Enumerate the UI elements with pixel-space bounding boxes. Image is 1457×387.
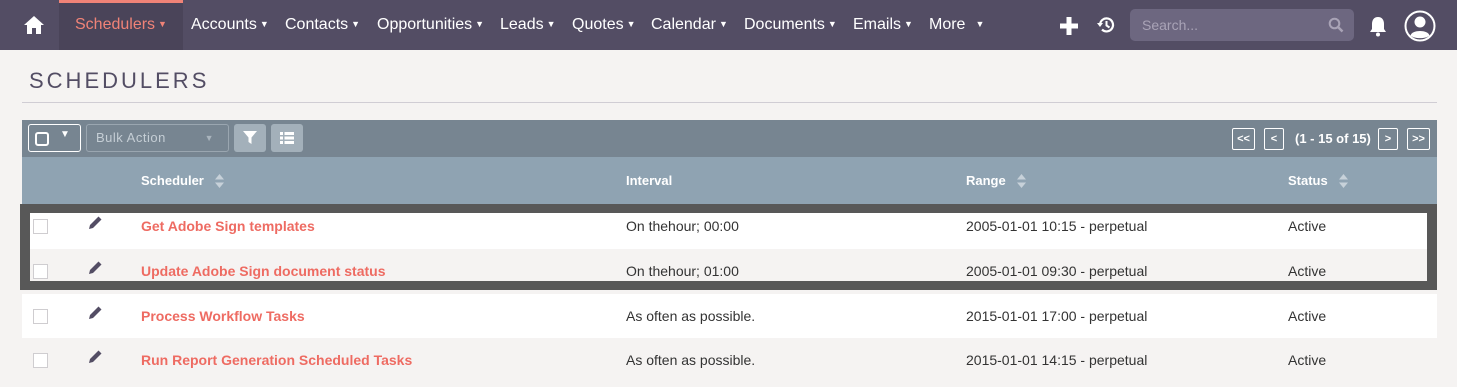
next-page-button[interactable]: >	[1378, 128, 1398, 150]
column-header-status[interactable]: Status	[1288, 157, 1349, 204]
plus-icon[interactable]	[1059, 16, 1079, 36]
chevron-down-icon: ▼	[718, 19, 728, 29]
range-cell: 2015-01-01 17:00 - perpetual	[966, 308, 1148, 324]
search-icon[interactable]	[1328, 17, 1344, 33]
interval-cell: As often as possible.	[626, 308, 756, 324]
nav-emails[interactable]: Emails ▼	[853, 0, 913, 50]
chevron-down-icon: ▼	[904, 19, 913, 29]
interval-cell: As often as possible.	[626, 352, 756, 368]
pencil-icon[interactable]	[87, 305, 103, 321]
top-navbar: Schedulers ▼ Accounts ▼ Contacts ▼ Opportun…	[0, 0, 1457, 50]
bulk-action-label: Bulk Action	[96, 130, 166, 145]
nav-documents[interactable]: Documents ▼	[744, 0, 837, 50]
pencil-icon[interactable]	[87, 349, 103, 365]
highlight-frame	[20, 204, 1437, 290]
global-search	[1130, 9, 1354, 41]
first-page-button[interactable]: <<	[1232, 128, 1255, 150]
column-header-range[interactable]: Range	[966, 157, 1027, 204]
bulk-action-dropdown[interactable]: Bulk Action ▼	[86, 124, 229, 152]
nav-schedulers[interactable]: Schedulers ▼	[59, 0, 183, 50]
title-divider	[22, 102, 1437, 103]
row-checkbox[interactable]	[33, 353, 48, 368]
history-icon[interactable]	[1096, 15, 1116, 35]
chevron-down-icon: ▼	[626, 19, 636, 29]
sort-icon	[1017, 173, 1027, 188]
filter-button[interactable]	[234, 124, 266, 152]
list-toolbar: ▼ Bulk Action ▼ << < (1 - 15 of 15) > >>	[22, 120, 1437, 157]
chevron-down-icon: ▼	[158, 19, 167, 29]
column-header-interval: Interval	[626, 173, 673, 188]
column-header-scheduler[interactable]: Scheduler	[141, 157, 225, 204]
sort-icon	[215, 173, 225, 188]
status-cell: Active	[1288, 352, 1327, 368]
chevron-down-icon: ▼	[204, 133, 214, 143]
table-header: Scheduler Interval Range Status	[22, 157, 1437, 204]
chevron-down-icon: ▼	[827, 19, 837, 29]
status-cell: Active	[1288, 308, 1327, 324]
search-input[interactable]	[1130, 9, 1320, 41]
pagination-info: (1 - 15 of 15)	[1295, 131, 1371, 146]
nav-opportunities[interactable]: Opportunities ▼	[377, 0, 484, 50]
user-icon[interactable]	[1404, 10, 1436, 42]
page-title: SCHEDULERS	[29, 68, 210, 93]
chevron-down-icon: ▼	[546, 19, 556, 29]
chevron-down-icon: ▼	[475, 19, 485, 29]
table-row: Process Workflow Tasks As often as possi…	[22, 294, 1437, 339]
row-checkbox[interactable]	[33, 309, 48, 324]
list-icon	[280, 132, 294, 144]
checkbox-icon	[35, 132, 49, 146]
filter-icon	[243, 131, 257, 144]
nav-more[interactable]: More ▼	[929, 0, 984, 50]
select-all-dropdown[interactable]: ▼	[28, 124, 81, 152]
chevron-down-icon: ▼	[351, 19, 361, 29]
chevron-down-icon: ▼	[259, 19, 269, 29]
sort-icon	[1339, 173, 1349, 188]
nav-quotes[interactable]: Quotes ▼	[572, 0, 636, 50]
scheduler-name-link[interactable]: Run Report Generation Scheduled Tasks	[141, 338, 412, 383]
nav-accounts[interactable]: Accounts ▼	[191, 0, 269, 50]
last-page-button[interactable]: >>	[1407, 128, 1430, 150]
chevron-down-icon: ▼	[60, 129, 70, 140]
range-cell: 2015-01-01 14:15 - perpetual	[966, 352, 1148, 368]
bell-icon[interactable]	[1368, 15, 1388, 37]
chevron-down-icon: ▼	[975, 19, 985, 29]
nav-contacts[interactable]: Contacts ▼	[285, 0, 360, 50]
table-row: Run Report Generation Scheduled Tasks As…	[22, 338, 1437, 383]
nav-calendar[interactable]: Calendar ▼	[651, 0, 728, 50]
scheduler-name-link[interactable]: Process Workflow Tasks	[141, 294, 305, 339]
column-chooser-button[interactable]	[271, 124, 303, 152]
nav-leads[interactable]: Leads ▼	[500, 0, 556, 50]
prev-page-button[interactable]: <	[1264, 128, 1284, 150]
home-icon[interactable]	[22, 13, 46, 37]
